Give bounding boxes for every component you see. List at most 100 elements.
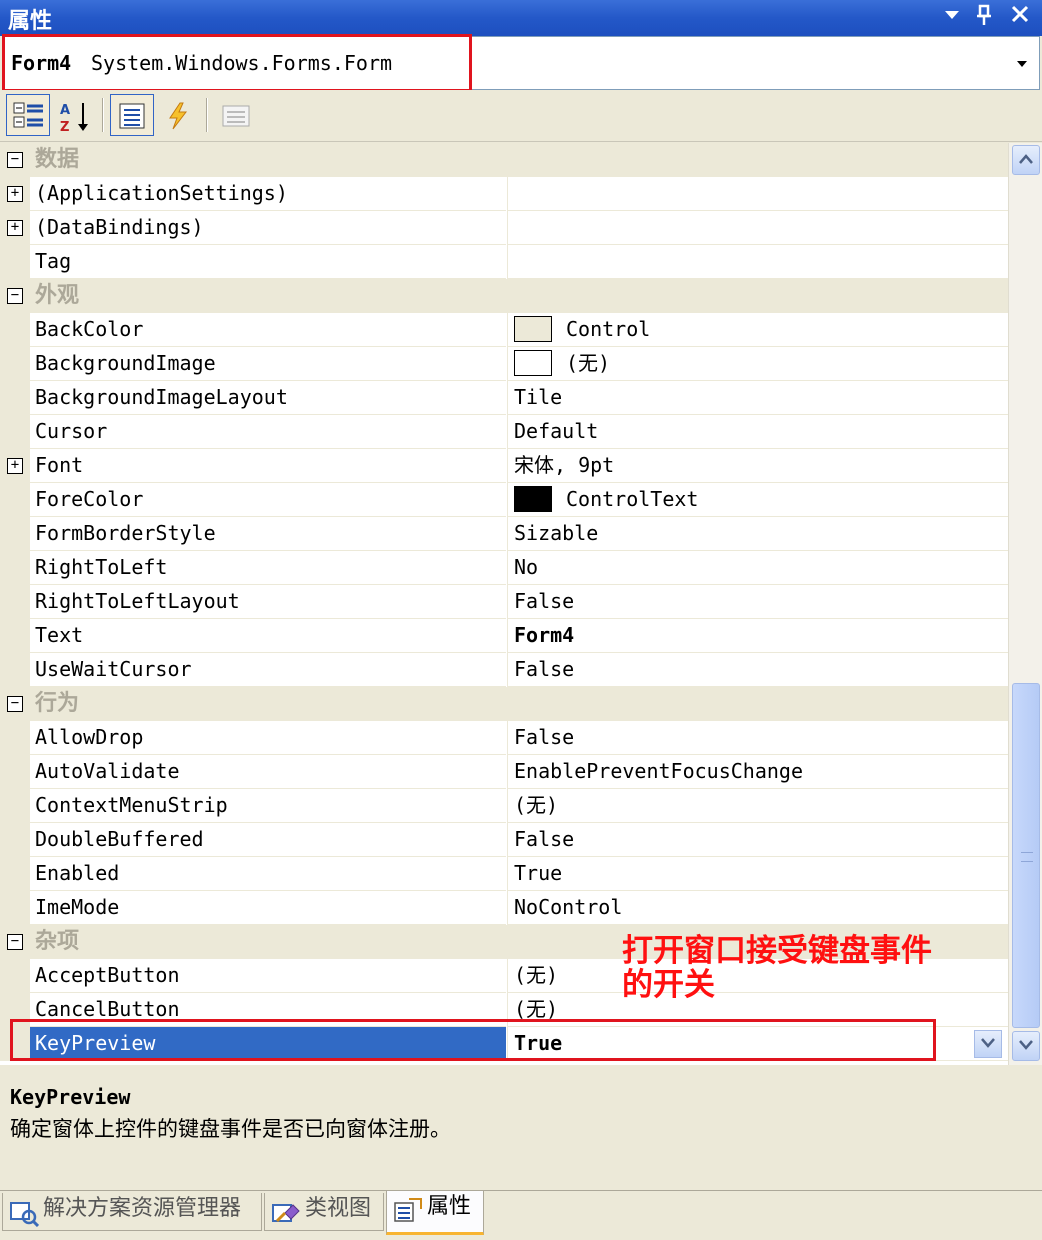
property-name: (ApplicationSettings) (30, 177, 506, 211)
properties-button[interactable] (110, 94, 154, 136)
expand-icon[interactable]: + (7, 458, 23, 474)
collapse-icon[interactable]: − (7, 934, 23, 950)
property-row[interactable]: AutoValidate EnablePreventFocusChange (0, 755, 1008, 789)
dropdown-arrow-icon[interactable] (938, 4, 966, 32)
expand-icon[interactable]: + (7, 220, 23, 236)
property-value[interactable]: Default (507, 415, 1008, 449)
property-value[interactable]: Control (507, 313, 1008, 347)
chevron-down-icon[interactable] (1009, 51, 1035, 77)
property-row[interactable]: + (DataBindings) (0, 211, 1008, 245)
title-bar: 属性 (0, 0, 1042, 36)
property-row[interactable]: UseWaitCursor False (0, 653, 1008, 687)
property-row[interactable]: RightToLeft No (0, 551, 1008, 585)
alphabetical-icon: AZ (60, 103, 88, 133)
property-value-text: Control (566, 317, 651, 341)
property-name: ForeColor (30, 483, 506, 517)
property-value-text: True (514, 861, 563, 885)
property-row[interactable]: Tag (0, 245, 1008, 279)
events-button[interactable] (156, 94, 200, 136)
svg-text:Z: Z (60, 120, 69, 133)
collapse-icon[interactable]: − (7, 288, 23, 304)
property-value[interactable]: Tile (507, 381, 1008, 415)
property-name: UseWaitCursor (30, 653, 506, 687)
property-value[interactable]: Sizable (507, 517, 1008, 551)
property-value[interactable] (507, 177, 1008, 211)
property-value[interactable]: False (507, 823, 1008, 857)
property-row[interactable]: ContextMenuStrip (无) (0, 789, 1008, 823)
property-name: Cursor (30, 415, 506, 449)
tab-solution-explorer[interactable]: 解决方案资源管理器 (2, 1193, 262, 1231)
expand-icon[interactable]: + (7, 186, 23, 202)
property-row[interactable]: ForeColor ControlText (0, 483, 1008, 517)
scroll-thumb[interactable] (1012, 683, 1040, 1028)
property-row[interactable]: FormBorderStyle Sizable (0, 517, 1008, 551)
property-value-text: Sizable (514, 521, 599, 545)
property-value-text: No (514, 555, 539, 579)
property-value[interactable]: EnablePreventFocusChange (507, 755, 1008, 789)
property-row[interactable]: Cursor Default (0, 415, 1008, 449)
property-pages-button[interactable] (214, 94, 258, 136)
property-value[interactable]: (无) (507, 347, 1008, 381)
row-gutter (0, 347, 30, 381)
property-row[interactable]: BackgroundImageLayout Tile (0, 381, 1008, 415)
pin-icon[interactable] (970, 4, 998, 32)
property-name: DoubleBuffered (30, 823, 506, 857)
alphabetical-button[interactable]: AZ (52, 94, 96, 136)
description-text: 确定窗体上控件的键盘事件是否已向窗体注册。 (10, 1117, 451, 1141)
property-row[interactable]: + Font 宋体, 9pt (0, 449, 1008, 483)
property-value[interactable]: ControlText (507, 483, 1008, 517)
property-value[interactable]: False (507, 653, 1008, 687)
property-name: Tag (30, 245, 506, 279)
collapse-icon[interactable]: − (7, 696, 23, 712)
toolbar-separator (102, 98, 104, 132)
scroll-down-button[interactable] (1012, 1031, 1040, 1061)
property-value[interactable]: Form4 (507, 619, 1008, 653)
tab-class-view[interactable]: 类视图 (264, 1193, 384, 1231)
solution-explorer-icon (9, 1199, 40, 1237)
tab-label: 解决方案资源管理器 (43, 1196, 242, 1221)
property-row[interactable]: Enabled True (0, 857, 1008, 891)
property-value[interactable]: NoControl (507, 891, 1008, 925)
property-row[interactable]: ImeMode NoControl (0, 891, 1008, 925)
property-row[interactable]: Text Form4 (0, 619, 1008, 653)
property-name: RightToLeft (30, 551, 506, 585)
color-swatch (514, 349, 552, 376)
chevron-down-icon[interactable] (974, 1030, 1002, 1058)
property-name: AllowDrop (30, 721, 506, 755)
category-row[interactable]: − 外观 (0, 279, 1008, 313)
property-row[interactable]: AllowDrop False (0, 721, 1008, 755)
property-name: (DataBindings) (30, 211, 506, 245)
category-row[interactable]: − 行为 (0, 687, 1008, 721)
property-value[interactable]: False (507, 721, 1008, 755)
property-row[interactable]: BackColor Control (0, 313, 1008, 347)
property-value[interactable]: False (507, 585, 1008, 619)
property-value[interactable] (507, 245, 1008, 279)
close-icon[interactable] (1006, 4, 1034, 32)
property-name: RightToLeftLayout (30, 585, 506, 619)
row-gutter (0, 619, 30, 653)
property-value-text: Form4 (514, 623, 575, 647)
property-row[interactable]: RightToLeftLayout False (0, 585, 1008, 619)
row-gutter (0, 381, 30, 415)
category-row[interactable]: − 数据 (0, 143, 1008, 177)
tab-properties[interactable]: 属性 (386, 1191, 484, 1235)
property-value[interactable] (507, 211, 1008, 245)
property-name: ContextMenuStrip (30, 789, 506, 823)
vertical-scrollbar[interactable] (1008, 143, 1042, 1065)
categorized-button[interactable] (6, 94, 50, 136)
property-row[interactable]: + (ApplicationSettings) (0, 177, 1008, 211)
description-title: KeyPreview (10, 1085, 131, 1109)
row-gutter (0, 721, 30, 755)
property-value[interactable]: No (507, 551, 1008, 585)
row-gutter (0, 959, 30, 993)
chevron-up-icon (1019, 154, 1033, 164)
collapse-icon[interactable]: − (7, 152, 23, 168)
property-value[interactable]: 宋体, 9pt (507, 449, 1008, 483)
property-row[interactable]: DoubleBuffered False (0, 823, 1008, 857)
property-name: Enabled (30, 857, 506, 891)
property-row[interactable]: BackgroundImage (无) (0, 347, 1008, 381)
property-value[interactable]: (无) (507, 789, 1008, 823)
property-name: FormBorderStyle (30, 517, 506, 551)
property-value[interactable]: True (507, 857, 1008, 891)
scroll-up-button[interactable] (1012, 145, 1040, 175)
